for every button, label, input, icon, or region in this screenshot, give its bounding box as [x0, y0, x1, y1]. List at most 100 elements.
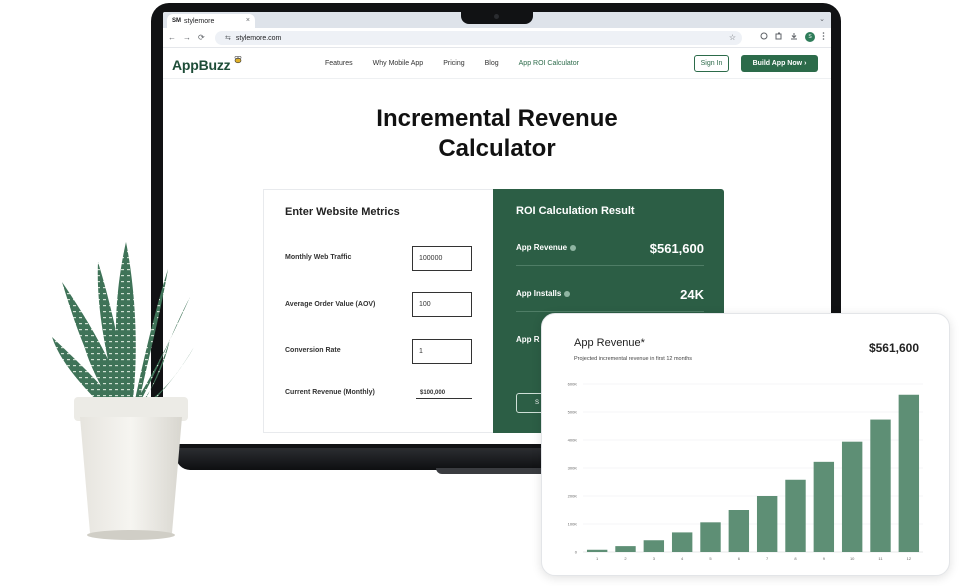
- bar-month-12[interactable]: [898, 394, 920, 552]
- chart-subtitle: Projected incremental revenue in first 1…: [574, 356, 693, 362]
- y-tick-label: 200K: [568, 494, 578, 499]
- url-bar[interactable]: ⇆ stylemore.com ☆: [215, 31, 742, 45]
- build-app-now-button[interactable]: Build App Now ›: [741, 55, 818, 72]
- star-icon[interactable]: ☆: [729, 33, 736, 42]
- x-tick-label: 10: [850, 556, 855, 561]
- site-logo[interactable]: AppBuzz: [172, 55, 243, 73]
- bee-icon: [230, 55, 242, 66]
- result-row-app-revenue: App Revenue $561,600: [516, 239, 704, 266]
- bar-month-5[interactable]: [700, 522, 721, 552]
- bar-month-2[interactable]: [615, 546, 636, 552]
- bar-month-10[interactable]: [841, 441, 863, 552]
- y-tick-label: 0: [575, 550, 578, 555]
- metrics-panel: Enter Website Metrics Monthly Web Traffi…: [263, 189, 493, 433]
- chevron-right-icon: ›: [804, 60, 807, 67]
- nav-app-roi-calculator[interactable]: App ROI Calculator: [519, 60, 579, 67]
- url-text: stylemore.com: [235, 34, 282, 42]
- app-revenue-label: App Revenue: [516, 243, 577, 252]
- potted-aloe-plant: [52, 242, 194, 540]
- x-tick-label: 6: [738, 556, 741, 561]
- site-header: AppBuzz Features Why Mobile App Pricing …: [163, 49, 831, 79]
- page-title-line-2: Calculator: [438, 135, 556, 162]
- results-heading: ROI Calculation Result: [516, 205, 635, 217]
- info-icon[interactable]: [564, 290, 571, 297]
- app-installs-label-text: App Installs: [516, 289, 562, 298]
- bar-month-1[interactable]: [586, 549, 608, 552]
- page-title-line-1: Incremental Revenue: [376, 105, 618, 132]
- current-revenue-value: $100,000: [416, 390, 472, 399]
- laptop-notch: [461, 9, 533, 24]
- bar-month-7[interactable]: [756, 496, 778, 552]
- aov-label: Average Order Value (AOV): [285, 301, 376, 308]
- current-revenue-label: Current Revenue (Monthly): [285, 389, 375, 396]
- partial-result-label: App R: [516, 335, 540, 344]
- camera-icon: [494, 14, 499, 19]
- x-tick-label: 2: [624, 556, 627, 561]
- site-settings-icon[interactable]: ⇆: [225, 34, 231, 42]
- x-tick-label: 11: [878, 556, 883, 561]
- forward-icon[interactable]: →: [183, 33, 191, 42]
- x-tick-label: 5: [709, 556, 712, 561]
- bar-month-11[interactable]: [870, 419, 891, 552]
- build-app-label: Build App Now: [752, 60, 803, 67]
- app-revenue-chart-card: App Revenue* Projected incremental reven…: [541, 313, 950, 576]
- profile-avatar[interactable]: S: [805, 32, 815, 42]
- x-tick-label: 12: [907, 556, 912, 561]
- main-nav: Features Why Mobile App Pricing Blog App…: [325, 60, 599, 67]
- x-tick-label: 4: [681, 556, 684, 561]
- x-tick-label: 8: [794, 556, 797, 561]
- bar-month-9[interactable]: [813, 461, 835, 552]
- mockup-stage: SM stylemore × ⌄ ← → ⟳ ⇆ stylemore.com ☆: [0, 0, 961, 586]
- download-icon[interactable]: [790, 32, 798, 42]
- chart-title: App Revenue*: [574, 337, 645, 349]
- logo-text: AppBuzz: [172, 57, 231, 73]
- y-tick-label: 400K: [568, 438, 578, 443]
- app-installs-label: App Installs: [516, 289, 571, 298]
- extension-icon[interactable]: [760, 32, 768, 42]
- y-tick-label: 300K: [568, 466, 578, 471]
- app-revenue-value: $561,600: [649, 241, 704, 256]
- y-tick-label: 100K: [568, 522, 578, 527]
- result-row-app-installs: App Installs 24K: [516, 285, 704, 312]
- browser-tab[interactable]: SM stylemore ×: [167, 14, 255, 28]
- conversion-rate-label: Conversion Rate: [285, 347, 341, 354]
- chevron-down-icon[interactable]: ⌄: [819, 15, 825, 23]
- kebab-menu-icon[interactable]: [822, 32, 825, 42]
- favicon-icon: SM: [172, 18, 181, 24]
- monthly-traffic-input[interactable]: 100000: [412, 246, 472, 271]
- back-icon[interactable]: ←: [168, 33, 176, 42]
- close-icon[interactable]: ×: [246, 17, 250, 24]
- x-tick-label: 7: [766, 556, 769, 561]
- bar-month-4[interactable]: [671, 532, 693, 552]
- metrics-heading: Enter Website Metrics: [285, 206, 400, 218]
- conversion-rate-input[interactable]: 1: [412, 339, 472, 364]
- plant-pot: [74, 397, 188, 540]
- nav-features[interactable]: Features: [325, 60, 353, 67]
- y-tick-label: 600K: [568, 382, 578, 387]
- nav-blog[interactable]: Blog: [485, 60, 499, 67]
- bar-month-3[interactable]: [643, 540, 665, 552]
- browser-toolbar: ← → ⟳ ⇆ stylemore.com ☆ S: [163, 28, 831, 48]
- app-revenue-label-text: App Revenue: [516, 243, 568, 252]
- bar-month-8[interactable]: [785, 479, 806, 552]
- chart-card-inner: App Revenue* Projected incremental reven…: [559, 326, 934, 566]
- sign-in-button[interactable]: Sign In: [694, 55, 729, 72]
- x-tick-label: 9: [823, 556, 826, 561]
- puzzle-icon[interactable]: [775, 32, 783, 42]
- x-tick-label: 3: [653, 556, 656, 561]
- x-tick-label: 1: [596, 556, 599, 561]
- nav-why-mobile-app[interactable]: Why Mobile App: [373, 60, 424, 67]
- bar-month-6[interactable]: [728, 510, 750, 552]
- monthly-traffic-label: Monthly Web Traffic: [285, 254, 352, 261]
- aloe-leaves: [52, 242, 194, 412]
- info-icon[interactable]: [570, 244, 577, 251]
- nav-pricing[interactable]: Pricing: [443, 60, 464, 67]
- chart-total-value: $561,600: [868, 341, 919, 355]
- tab-title: stylemore: [184, 17, 215, 25]
- page-title: Incremental Revenue Calculator: [163, 104, 831, 164]
- aov-input[interactable]: 100: [412, 292, 472, 317]
- y-tick-label: 500K: [568, 410, 578, 415]
- app-installs-value: 24K: [680, 287, 704, 302]
- reload-icon[interactable]: ⟳: [198, 33, 205, 42]
- revenue-bar-chart: 0100K200K300K400K500K600K1 2 3 4 5 6 7 8 9 10 11 12: [568, 382, 923, 561]
